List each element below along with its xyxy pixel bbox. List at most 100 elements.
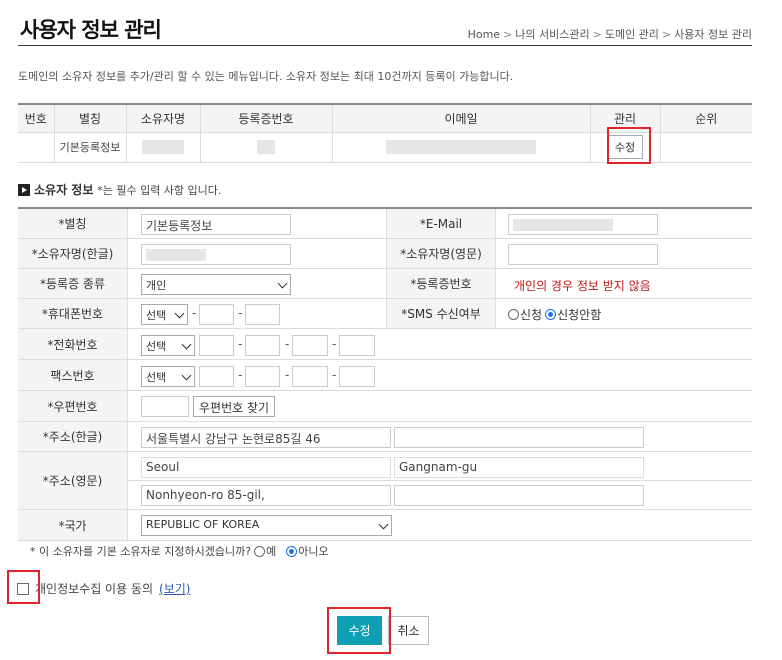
fax-input-1[interactable] bbox=[199, 366, 234, 387]
redacted-text bbox=[142, 140, 184, 154]
breadcrumb: Home > 나의 서비스관리 > 도메인 관리 > 사용자 정보 관리 bbox=[468, 26, 752, 42]
mobile-prefix-select[interactable]: 선택 bbox=[141, 304, 188, 325]
reg-no-notice: 개인의 경우 정보 받지 않음 bbox=[514, 279, 651, 293]
breadcrumb-my-services[interactable]: 나의 서비스관리 bbox=[515, 28, 589, 41]
reg-no-label: *등록증번호 bbox=[386, 269, 496, 298]
default-no-radio[interactable] bbox=[286, 545, 298, 557]
chevron-down-icon bbox=[181, 370, 192, 381]
email-input[interactable] bbox=[508, 214, 658, 235]
page-title: 사용자 정보 관리 bbox=[20, 18, 162, 42]
phone-input-4[interactable] bbox=[339, 335, 375, 356]
cell-reg-number bbox=[200, 132, 333, 163]
chevron-down-icon bbox=[181, 339, 192, 350]
cancel-button[interactable]: 취소 bbox=[388, 616, 429, 645]
owner-en-label: *소유자명(영문) bbox=[386, 239, 496, 268]
mobile-middle-input[interactable] bbox=[199, 304, 234, 325]
dash: - bbox=[332, 368, 337, 382]
cell-alias: 기본등록정보 bbox=[54, 132, 127, 163]
col-email: 이메일 bbox=[332, 103, 591, 133]
country-label: *국가 bbox=[18, 510, 128, 540]
alias-input[interactable]: 기본등록정보 bbox=[141, 214, 291, 235]
mobile-label: *휴대폰번호 bbox=[18, 299, 128, 328]
phone-input-1[interactable] bbox=[199, 335, 234, 356]
default-owner-question: * 이 소유자를 기본 소유자로 지정하시겠습니까? 예 아니오 bbox=[30, 545, 329, 558]
form-row-zip: *우편번호 우편번호 찾기 bbox=[18, 391, 752, 422]
zip-search-button[interactable]: 우편번호 찾기 bbox=[193, 396, 276, 417]
form-row-mobile: *휴대폰번호 선택 - - *SMS 수신여부 신청 신청안함 bbox=[18, 299, 752, 329]
zip-input[interactable] bbox=[141, 396, 189, 417]
addr-en-city-input[interactable]: Seoul bbox=[141, 457, 391, 478]
form-row-owner-name: *소유자명(한글) *소유자명(영문) bbox=[18, 239, 752, 269]
owner-form: *별칭 기본등록정보 *E-Mail *소유자명(한글) *소유자명(영문) *… bbox=[18, 207, 752, 541]
col-alias: 별칭 bbox=[54, 103, 127, 133]
dash: - bbox=[192, 306, 197, 320]
consent-view-link[interactable]: (보기) bbox=[159, 580, 190, 597]
default-yes-label: 예 bbox=[266, 545, 277, 558]
alias-label: *별칭 bbox=[18, 209, 128, 238]
form-row-alias: *별칭 기본등록정보 *E-Mail bbox=[18, 209, 752, 239]
email-label: *E-Mail bbox=[386, 209, 496, 238]
dash: - bbox=[238, 337, 243, 351]
reg-type-select[interactable]: 개인 bbox=[141, 274, 291, 295]
cell-number bbox=[18, 132, 55, 163]
chevron-down-icon bbox=[378, 519, 389, 530]
form-row-fax: 팩스번호 선택 - - - bbox=[18, 360, 752, 391]
fax-input-2[interactable] bbox=[245, 366, 280, 387]
dash: - bbox=[332, 337, 337, 351]
owner-en-input[interactable] bbox=[508, 244, 658, 265]
chevron-right-icon: > bbox=[592, 28, 602, 41]
required-note: *는 필수 입력 사항 입니다. bbox=[97, 184, 222, 197]
addr-kr-detail-input[interactable] bbox=[394, 427, 644, 448]
breadcrumb-home[interactable]: Home bbox=[468, 28, 500, 41]
highlight-box bbox=[7, 570, 40, 604]
breadcrumb-current: 사용자 정보 관리 bbox=[674, 28, 752, 41]
fax-input-4[interactable] bbox=[339, 366, 375, 387]
cell-email bbox=[332, 132, 591, 163]
dash: - bbox=[238, 306, 243, 320]
country-select[interactable]: REPUBLIC OF KOREA bbox=[141, 515, 392, 536]
dash: - bbox=[238, 368, 243, 382]
form-row-phone: *전화번호 선택 - - - bbox=[18, 329, 752, 360]
phone-prefix-select[interactable]: 선택 bbox=[141, 335, 195, 356]
fax-input-3[interactable] bbox=[292, 366, 328, 387]
sms-yes-label: 신청 bbox=[520, 308, 543, 322]
redacted-text bbox=[257, 140, 275, 154]
owner-kr-input[interactable] bbox=[141, 244, 291, 265]
fax-prefix-select[interactable]: 선택 bbox=[141, 366, 195, 387]
redacted-text bbox=[386, 140, 536, 154]
page-header: 사용자 정보 관리 Home > 나의 서비스관리 > 도메인 관리 > 사용자 정보 관리 bbox=[18, 12, 752, 46]
col-reg-number: 등록증번호 bbox=[200, 103, 333, 133]
privacy-consent: 개인정보수집 이용 동의 (보기) bbox=[17, 580, 190, 597]
form-row-country: *국가 REPUBLIC OF KOREA bbox=[18, 510, 752, 541]
consent-label: 개인정보수집 이용 동의 bbox=[35, 582, 154, 596]
default-yes-radio[interactable] bbox=[254, 545, 266, 557]
addr-kr-input[interactable]: 서울특별시 강남구 논현로85길 46 bbox=[141, 427, 391, 448]
fax-label: 팩스번호 bbox=[18, 360, 128, 390]
addr-en-street-input[interactable]: Nonhyeon-ro 85-gil, bbox=[141, 485, 391, 506]
sms-yes-radio[interactable] bbox=[508, 309, 519, 320]
highlight-box bbox=[327, 607, 391, 654]
sms-radio-group: 신청 신청안함 bbox=[508, 306, 601, 323]
chevron-down-icon bbox=[174, 308, 185, 319]
zip-label: *우편번호 bbox=[18, 391, 128, 421]
chevron-down-icon bbox=[277, 278, 288, 289]
col-rank: 순위 bbox=[660, 103, 752, 133]
cell-owner-name bbox=[126, 132, 201, 163]
addr-en-detail-input[interactable] bbox=[394, 485, 644, 506]
addr-en-label: *주소(영문) bbox=[18, 452, 128, 509]
phone-label: *전화번호 bbox=[18, 329, 128, 359]
redacted-text bbox=[513, 218, 613, 231]
addr-en-district-input[interactable]: Gangnam-gu bbox=[394, 457, 644, 478]
col-number: 번호 bbox=[18, 103, 55, 133]
chevron-right-icon: > bbox=[503, 28, 513, 41]
dash: - bbox=[285, 337, 290, 351]
sms-no-radio[interactable] bbox=[545, 309, 557, 320]
dash: - bbox=[285, 368, 290, 382]
form-row-address-kr: *주소(한글) 서울특별시 강남구 논현로85길 46 bbox=[18, 422, 752, 452]
mobile-last-input[interactable] bbox=[245, 304, 280, 325]
phone-input-2[interactable] bbox=[245, 335, 280, 356]
breadcrumb-domain[interactable]: 도메인 관리 bbox=[605, 28, 659, 41]
phone-input-3[interactable] bbox=[292, 335, 328, 356]
chevron-right-icon: > bbox=[661, 28, 672, 41]
sms-no-label: 신청안함 bbox=[557, 308, 602, 322]
